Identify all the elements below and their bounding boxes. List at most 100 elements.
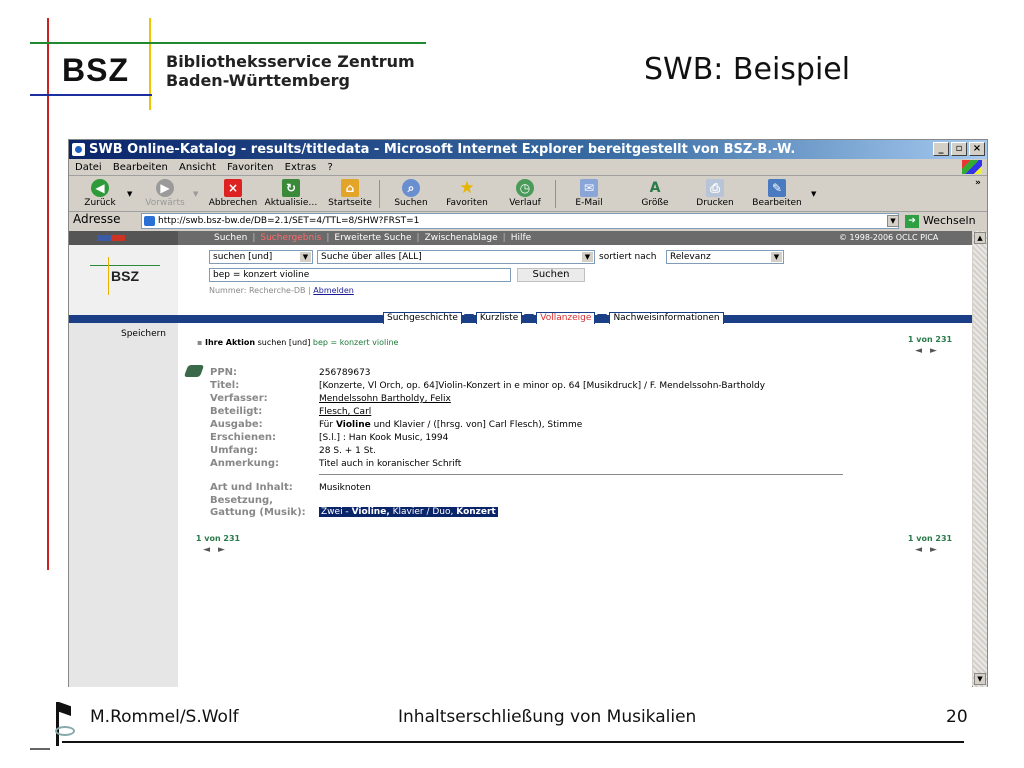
- nav-suchergebnis[interactable]: Suchergebnis: [260, 233, 321, 243]
- sort-label: sortiert nach: [599, 252, 657, 262]
- pager-next-icon[interactable]: ►: [930, 346, 945, 356]
- tab-suchgeschichte[interactable]: Suchgeschichte: [383, 312, 462, 324]
- footer-authors: M.Rommel/S.Wolf: [90, 707, 239, 727]
- published-label: Erschienen:: [210, 432, 276, 443]
- edit-dropdown-icon[interactable]: ▼: [811, 190, 816, 198]
- search-button[interactable]: ⌕ Suchen: [385, 176, 437, 212]
- menu-datei[interactable]: Datei: [75, 162, 102, 173]
- edit-label: Bearbeiten: [752, 198, 802, 208]
- book-icon: [183, 365, 205, 377]
- edit-icon: ✎: [768, 179, 786, 197]
- maximize-button[interactable]: ▫: [951, 142, 967, 156]
- close-button[interactable]: ×: [969, 142, 985, 156]
- mail-button[interactable]: ✉ E-Mail: [563, 176, 615, 212]
- vertical-scrollbar[interactable]: [973, 231, 987, 687]
- back-button[interactable]: ◀ Zurück: [75, 176, 125, 212]
- title-value[interactable]: [Konzerte, Vl Orch, op. 64]Violin-Konzer…: [319, 381, 845, 391]
- author-value[interactable]: Mendelssohn Bartholdy, Felix: [319, 394, 451, 404]
- minimize-button[interactable]: _: [933, 142, 949, 156]
- search-index-select[interactable]: Suche über alles [ALL] ▼: [317, 250, 595, 264]
- nav-suchen[interactable]: Suchen: [214, 233, 247, 243]
- menu-ansicht[interactable]: Ansicht: [179, 162, 216, 173]
- go-button[interactable]: ➜Wechseln zu: [901, 213, 985, 243]
- back-dropdown-icon[interactable]: ▼: [127, 190, 132, 198]
- extent-label: Umfang:: [210, 445, 258, 456]
- history-icon: ◷: [516, 179, 534, 197]
- size-button[interactable]: A Größe: [629, 176, 681, 212]
- address-dropdown-icon[interactable]: ▼: [887, 215, 899, 227]
- menu-favoriten[interactable]: Favoriten: [227, 162, 273, 173]
- note-label: Anmerkung:: [210, 458, 280, 469]
- refresh-button[interactable]: ↻ Aktualisie…: [262, 176, 320, 212]
- pager-prev-icon[interactable]: ◄: [915, 346, 930, 356]
- search-mode-value: suchen [und]: [213, 252, 273, 262]
- toolbar-overflow-icon[interactable]: »: [975, 178, 981, 188]
- tab-nachweisinformationen[interactable]: Nachweisinformationen: [609, 312, 724, 324]
- contributor-value[interactable]: Flesch, Carl: [319, 407, 371, 417]
- pager-next-icon[interactable]: ►: [218, 545, 233, 555]
- slide-blue-line: [30, 94, 152, 96]
- tab-arrow-icon: [463, 313, 474, 322]
- scroll-up-icon[interactable]: ▲: [974, 232, 986, 244]
- favorites-button[interactable]: ★ Favoriten: [439, 176, 495, 212]
- nav-zwischenablage[interactable]: Zwischenablage: [425, 233, 498, 243]
- extent-value: 28 S. + 1 St.: [319, 446, 376, 456]
- logout-link[interactable]: Abmelden: [313, 286, 354, 295]
- address-bar: Adresse http://swb.bsz-bw.de/DB=2.1/SET=…: [69, 212, 987, 243]
- pager-next-icon[interactable]: ►: [930, 545, 945, 555]
- stop-button[interactable]: × Abbrechen: [205, 176, 261, 212]
- go-arrow-icon: ➜: [905, 214, 919, 228]
- menu-extras[interactable]: Extras: [285, 162, 317, 173]
- printer-icon: ⎙: [706, 179, 724, 197]
- save-link[interactable]: Speichern: [121, 329, 166, 339]
- toolbar-separator: [555, 180, 556, 208]
- genre-mid: Klavier / Duo,: [392, 507, 454, 517]
- genre-value: Zwei - Violine, Klavier / Duo, Konzert: [319, 507, 498, 517]
- mail-icon: ✉: [580, 179, 598, 197]
- language-flag-icon[interactable]: [97, 235, 125, 241]
- search-mode-select[interactable]: suchen [und] ▼: [209, 250, 313, 264]
- catalog-search-button[interactable]: Suchen: [517, 268, 585, 282]
- pager-prev-icon[interactable]: ◄: [203, 545, 218, 555]
- sort-select[interactable]: Relevanz ▼: [666, 250, 784, 264]
- catalog-nav: Suchen | Suchergebnis | Erweiterte Suche | Zwi…: [214, 233, 532, 243]
- search-index-value: Suche über alles [ALL]: [321, 252, 422, 262]
- history-button[interactable]: ◷ Verlauf: [499, 176, 551, 212]
- ppn-value: 256789673: [319, 368, 371, 378]
- nav-hilfe[interactable]: Hilfe: [511, 233, 531, 243]
- home-icon: ⌂: [341, 179, 359, 197]
- menu-bearbeiten[interactable]: Bearbeiten: [113, 162, 168, 173]
- genre-bold2: Konzert: [456, 507, 496, 517]
- forward-button[interactable]: ▶ Vorwärts: [139, 176, 191, 212]
- address-input[interactable]: http://swb.bsz-bw.de/DB=2.1/SET=4/TTL=8/…: [141, 213, 899, 229]
- size-label: Größe: [641, 198, 669, 208]
- author-label: Verfasser:: [210, 393, 268, 404]
- toolbar: ◀ Zurück ▼ ▶ Vorwärts ▼ × Abbrechen ↻ Ak…: [69, 176, 987, 212]
- nav-erweiterte-suche[interactable]: Erweiterte Suche: [334, 233, 411, 243]
- edition-value: Für Violine und Klavier / ([hrsg. von] C…: [319, 420, 582, 430]
- history-label: Verlauf: [509, 198, 541, 208]
- tab-kurzliste[interactable]: Kurzliste: [475, 312, 523, 324]
- tab-vollanzeige[interactable]: Vollanzeige: [536, 312, 596, 324]
- edition-post: und Klavier / ([hrsg. von] Carl Flesch),…: [373, 420, 583, 430]
- pager-prev-icon[interactable]: ◄: [915, 545, 930, 555]
- home-button[interactable]: ⌂ Startseite: [325, 176, 375, 212]
- forward-dropdown-icon[interactable]: ▼: [193, 190, 198, 198]
- refresh-icon: ↻: [282, 179, 300, 197]
- mail-label: E-Mail: [575, 198, 603, 208]
- pager-top-text: 1 von 231: [907, 335, 953, 344]
- action-query: bep = konzert violine: [312, 338, 399, 347]
- music-note-flag-icon: [59, 702, 71, 716]
- genre-highlight: Zwei - Violine, Klavier / Duo, Konzert: [319, 507, 498, 517]
- pager-bottom-right: 1 von 231 ◄►: [905, 534, 955, 555]
- search-query-input[interactable]: bep = konzert violine: [209, 268, 511, 282]
- footer-topic: Inhaltserschließung von Musikalien: [398, 707, 697, 727]
- font-size-icon: A: [649, 180, 661, 196]
- menu-help[interactable]: ?: [327, 162, 332, 173]
- scroll-down-icon[interactable]: ▼: [974, 673, 986, 685]
- print-button[interactable]: ⎙ Drucken: [689, 176, 741, 212]
- edition-pre: Für: [319, 420, 334, 430]
- browser-window: SWB Online-Katalog - results/titledata -…: [68, 139, 988, 687]
- edit-button[interactable]: ✎ Bearbeiten: [747, 176, 807, 212]
- title-label: Titel:: [210, 380, 240, 391]
